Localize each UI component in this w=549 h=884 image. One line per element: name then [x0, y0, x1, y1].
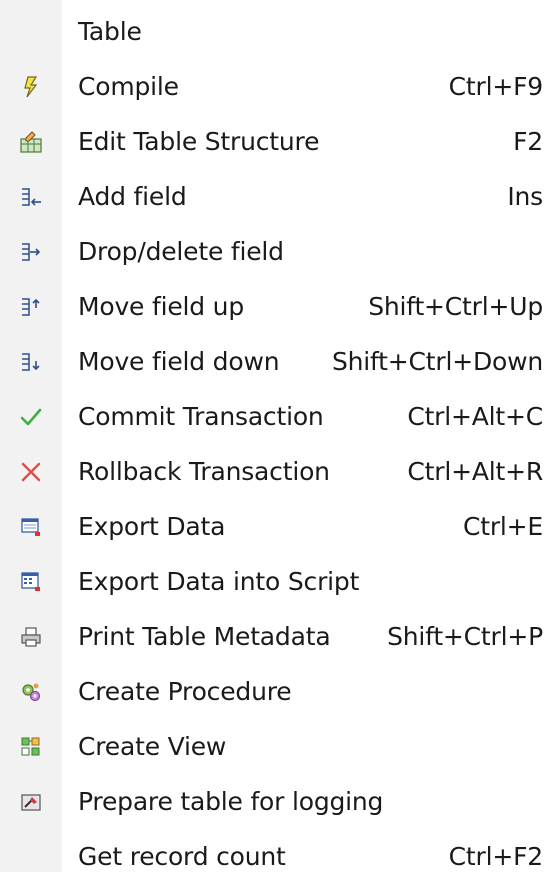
lightning-icon [0, 59, 62, 114]
view-icon [0, 719, 62, 774]
menu-item-label: Get record count [78, 842, 286, 871]
menu-item-move-field-up[interactable]: Move field up Shift+Ctrl+Up [0, 279, 549, 334]
menu-item-label: Add field [78, 182, 187, 211]
menu-item-create-view[interactable]: Create View [0, 719, 549, 774]
checkmark-icon [0, 389, 62, 444]
add-field-icon [0, 169, 62, 224]
menu-item-label: Print Table Metadata [78, 622, 331, 651]
menu-item-shortcut: Ctrl+F2 [448, 842, 544, 871]
menu-item-label: Move field up [78, 292, 244, 321]
menu-item-shortcut: Ctrl+Alt+C [407, 402, 543, 431]
menu-item-shortcut: Shift+Ctrl+P [387, 622, 543, 651]
menu-item-label: Table [78, 17, 142, 46]
menu-item-prepare-table-for-logging[interactable]: Prepare table for logging [0, 774, 549, 829]
menu-item-label: Rollback Transaction [78, 457, 330, 486]
menu-item-label: Edit Table Structure [78, 127, 320, 156]
gears-icon [0, 664, 62, 719]
menu-item-shortcut: F2 [513, 127, 543, 156]
menu-item-shortcut: Ctrl+Alt+R [407, 457, 543, 486]
logging-icon [0, 774, 62, 829]
menu-item-label: Commit Transaction [78, 402, 324, 431]
menu-item-label: Move field down [78, 347, 280, 376]
menu-item-label: Drop/delete field [78, 237, 284, 266]
menu-item-shortcut: Shift+Ctrl+Down [331, 347, 543, 376]
menu-item-shortcut: Ctrl+E [462, 512, 543, 541]
menu-item-shortcut: Shift+Ctrl+Up [368, 292, 543, 321]
menu-item-label: Create Procedure [78, 677, 292, 706]
move-down-icon [0, 334, 62, 389]
menu-item-commit-transaction[interactable]: Commit Transaction Ctrl+Alt+C [0, 389, 549, 444]
export-script-icon [0, 554, 62, 609]
menu-item-move-field-down[interactable]: Move field down Shift+Ctrl+Down [0, 334, 549, 389]
menu-item-rollback-transaction[interactable]: Rollback Transaction Ctrl+Alt+R [0, 444, 549, 499]
menu-item-label: Export Data into Script [78, 567, 360, 596]
export-data-icon [0, 499, 62, 554]
move-up-icon [0, 279, 62, 334]
menu-item-get-record-count[interactable]: Get record count Ctrl+F2 [0, 829, 549, 884]
menu-item-drop-delete-field[interactable]: Drop/delete field [0, 224, 549, 279]
x-icon [0, 444, 62, 499]
menu-item-table[interactable]: Table [0, 4, 549, 59]
menu-item-create-procedure[interactable]: Create Procedure [0, 664, 549, 719]
printer-icon [0, 609, 62, 664]
empty-icon-slot [0, 829, 62, 884]
drop-field-icon [0, 224, 62, 279]
context-menu: Table Compile Ctrl+F9 Edit Table Structu… [0, 0, 549, 872]
menu-item-label: Compile [78, 72, 179, 101]
menu-item-shortcut: Ins [507, 182, 543, 211]
empty-icon-slot [0, 4, 62, 59]
menu-item-edit-table-structure[interactable]: Edit Table Structure F2 [0, 114, 549, 169]
menu-item-shortcut: Ctrl+F9 [448, 72, 544, 101]
menu-item-export-data-into-script[interactable]: Export Data into Script [0, 554, 549, 609]
menu-item-label: Export Data [78, 512, 226, 541]
edit-table-icon [0, 114, 62, 169]
menu-item-print-table-metadata[interactable]: Print Table Metadata Shift+Ctrl+P [0, 609, 549, 664]
menu-item-label: Create View [78, 732, 227, 761]
menu-item-label: Prepare table for logging [78, 787, 384, 816]
menu-item-export-data[interactable]: Export Data Ctrl+E [0, 499, 549, 554]
menu-item-add-field[interactable]: Add field Ins [0, 169, 549, 224]
menu-item-compile[interactable]: Compile Ctrl+F9 [0, 59, 549, 114]
